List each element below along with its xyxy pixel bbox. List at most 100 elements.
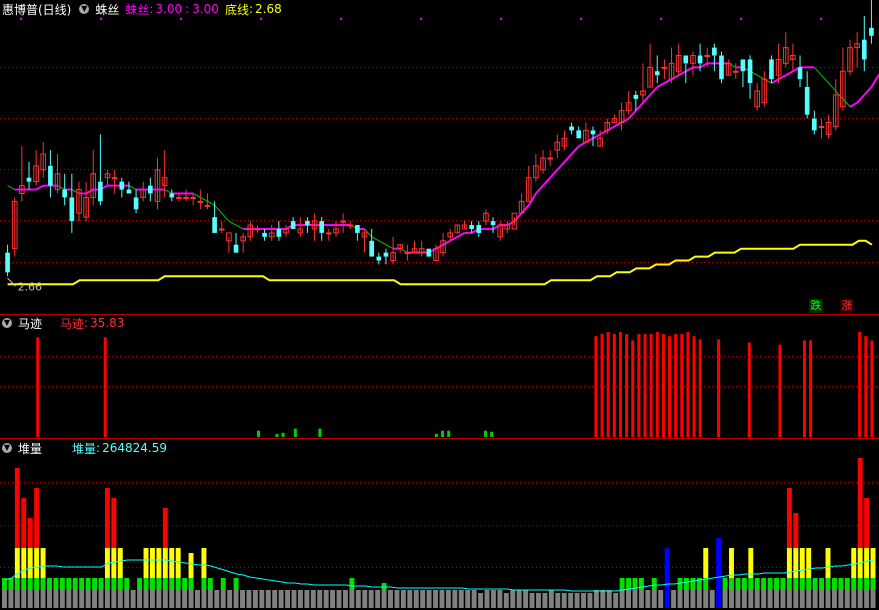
spider-label: 蛛丝 <box>125 2 150 17</box>
volume-bar <box>53 590 59 608</box>
volume-bar <box>201 548 207 578</box>
spider-value-2: 3.00 <box>192 2 219 16</box>
volume-bar <box>227 590 233 608</box>
spider-line-segment <box>685 66 694 73</box>
volume-bar <box>207 590 213 608</box>
spider-line-segment <box>656 82 665 88</box>
spider-line-segment <box>520 204 530 214</box>
spider-line-segment <box>828 82 837 92</box>
volume-bar <box>21 590 27 608</box>
volume-bar <box>593 590 599 608</box>
top-tick <box>180 18 182 20</box>
candle-body <box>769 59 774 80</box>
candle-body <box>169 193 175 198</box>
chart-canvas[interactable]: 2.66 <box>0 0 879 610</box>
candle-body <box>569 126 574 131</box>
volume-bar <box>799 548 805 578</box>
volume-bar <box>741 590 747 608</box>
spider-line-segment <box>492 224 501 230</box>
base-label: 底线 <box>224 2 249 17</box>
volume-bar <box>278 590 284 608</box>
volume-bar <box>98 578 104 590</box>
signal-bar <box>612 334 616 437</box>
volume-bar <box>317 590 323 608</box>
volume-bar <box>156 590 162 608</box>
candle-body <box>340 220 346 223</box>
volume-bar <box>285 590 291 608</box>
volume-bar <box>169 578 175 590</box>
volume-bar <box>516 590 522 608</box>
volume-bar <box>741 578 747 590</box>
spider-line-segment <box>842 98 851 108</box>
candle-body <box>218 228 225 231</box>
volume-bar <box>786 548 792 578</box>
volume-bar <box>175 578 181 590</box>
volume-bar <box>510 590 516 608</box>
candle-body <box>732 70 739 73</box>
volume-bar <box>484 590 490 608</box>
volume-bar <box>14 578 20 590</box>
volume-bar <box>310 590 316 608</box>
volume-bar <box>265 590 271 608</box>
signal-bar <box>864 336 868 437</box>
spider-line-segment <box>856 94 866 104</box>
chevron-down-icon[interactable]: ▼ <box>2 443 12 453</box>
volume-bar <box>812 590 818 608</box>
volume-bar <box>188 578 194 590</box>
candle-body <box>633 94 639 99</box>
volume-bar <box>471 590 477 608</box>
spider-line-segment <box>578 141 587 148</box>
candle-body <box>404 252 411 255</box>
spider-line-segment <box>699 62 708 69</box>
spider-line-segment <box>192 193 201 198</box>
spider-line-segment <box>513 212 523 222</box>
spider-line-segment <box>728 62 737 68</box>
signal-bar <box>318 428 322 437</box>
volume-bar <box>53 578 59 590</box>
top-tick <box>260 18 262 20</box>
top-tick <box>740 18 742 20</box>
volume-bar <box>111 590 117 608</box>
top-tick <box>820 18 822 20</box>
volume-bar <box>831 590 837 608</box>
volume-bar <box>349 578 355 590</box>
signal-bar <box>661 334 665 437</box>
spider-line-segment <box>570 145 580 155</box>
volume-bar <box>66 590 72 608</box>
volume-bar <box>34 488 40 548</box>
signal-bar <box>484 430 488 437</box>
volume-bar <box>529 593 535 608</box>
volume-bar <box>47 590 52 608</box>
chevron-down-icon[interactable]: ▼ <box>79 4 90 14</box>
volume-bar <box>40 548 46 578</box>
volume-bar <box>336 590 342 608</box>
signal-bar <box>655 332 659 437</box>
main-header: 惠博普(日线) ▼ 蛛丝 蛛丝 : 3.00 : 3.00 底线 : 2.68 <box>2 2 282 17</box>
volume-bar <box>330 590 336 608</box>
mid-header: ▼ 马迹 马迹 : 35.83 <box>2 316 125 331</box>
volume-bar <box>407 590 413 608</box>
spider-line-segment <box>649 86 658 96</box>
candle-body <box>305 221 310 226</box>
spider-line-segment <box>621 117 630 124</box>
volume-bar <box>117 548 123 578</box>
volume-bar <box>420 590 426 608</box>
volume-bar <box>864 578 870 590</box>
volume-bar <box>703 590 709 608</box>
chevron-down-icon[interactable]: ▼ <box>2 318 12 328</box>
volume-bar <box>349 590 355 608</box>
volume-bar <box>445 590 451 608</box>
volume-bar <box>104 488 110 548</box>
volume-bar <box>600 590 606 608</box>
volume-bar <box>664 548 670 608</box>
volume-bar <box>503 593 509 608</box>
mid-label: 马迹 <box>60 316 85 331</box>
volume-bar <box>259 590 265 608</box>
volume-bar <box>452 590 458 608</box>
volume-bar <box>619 578 625 590</box>
spider-line-segment <box>592 133 601 140</box>
candle-body <box>654 71 660 76</box>
volume-bar <box>812 578 818 590</box>
volume-bar <box>587 593 593 608</box>
volume-bar <box>117 590 123 608</box>
